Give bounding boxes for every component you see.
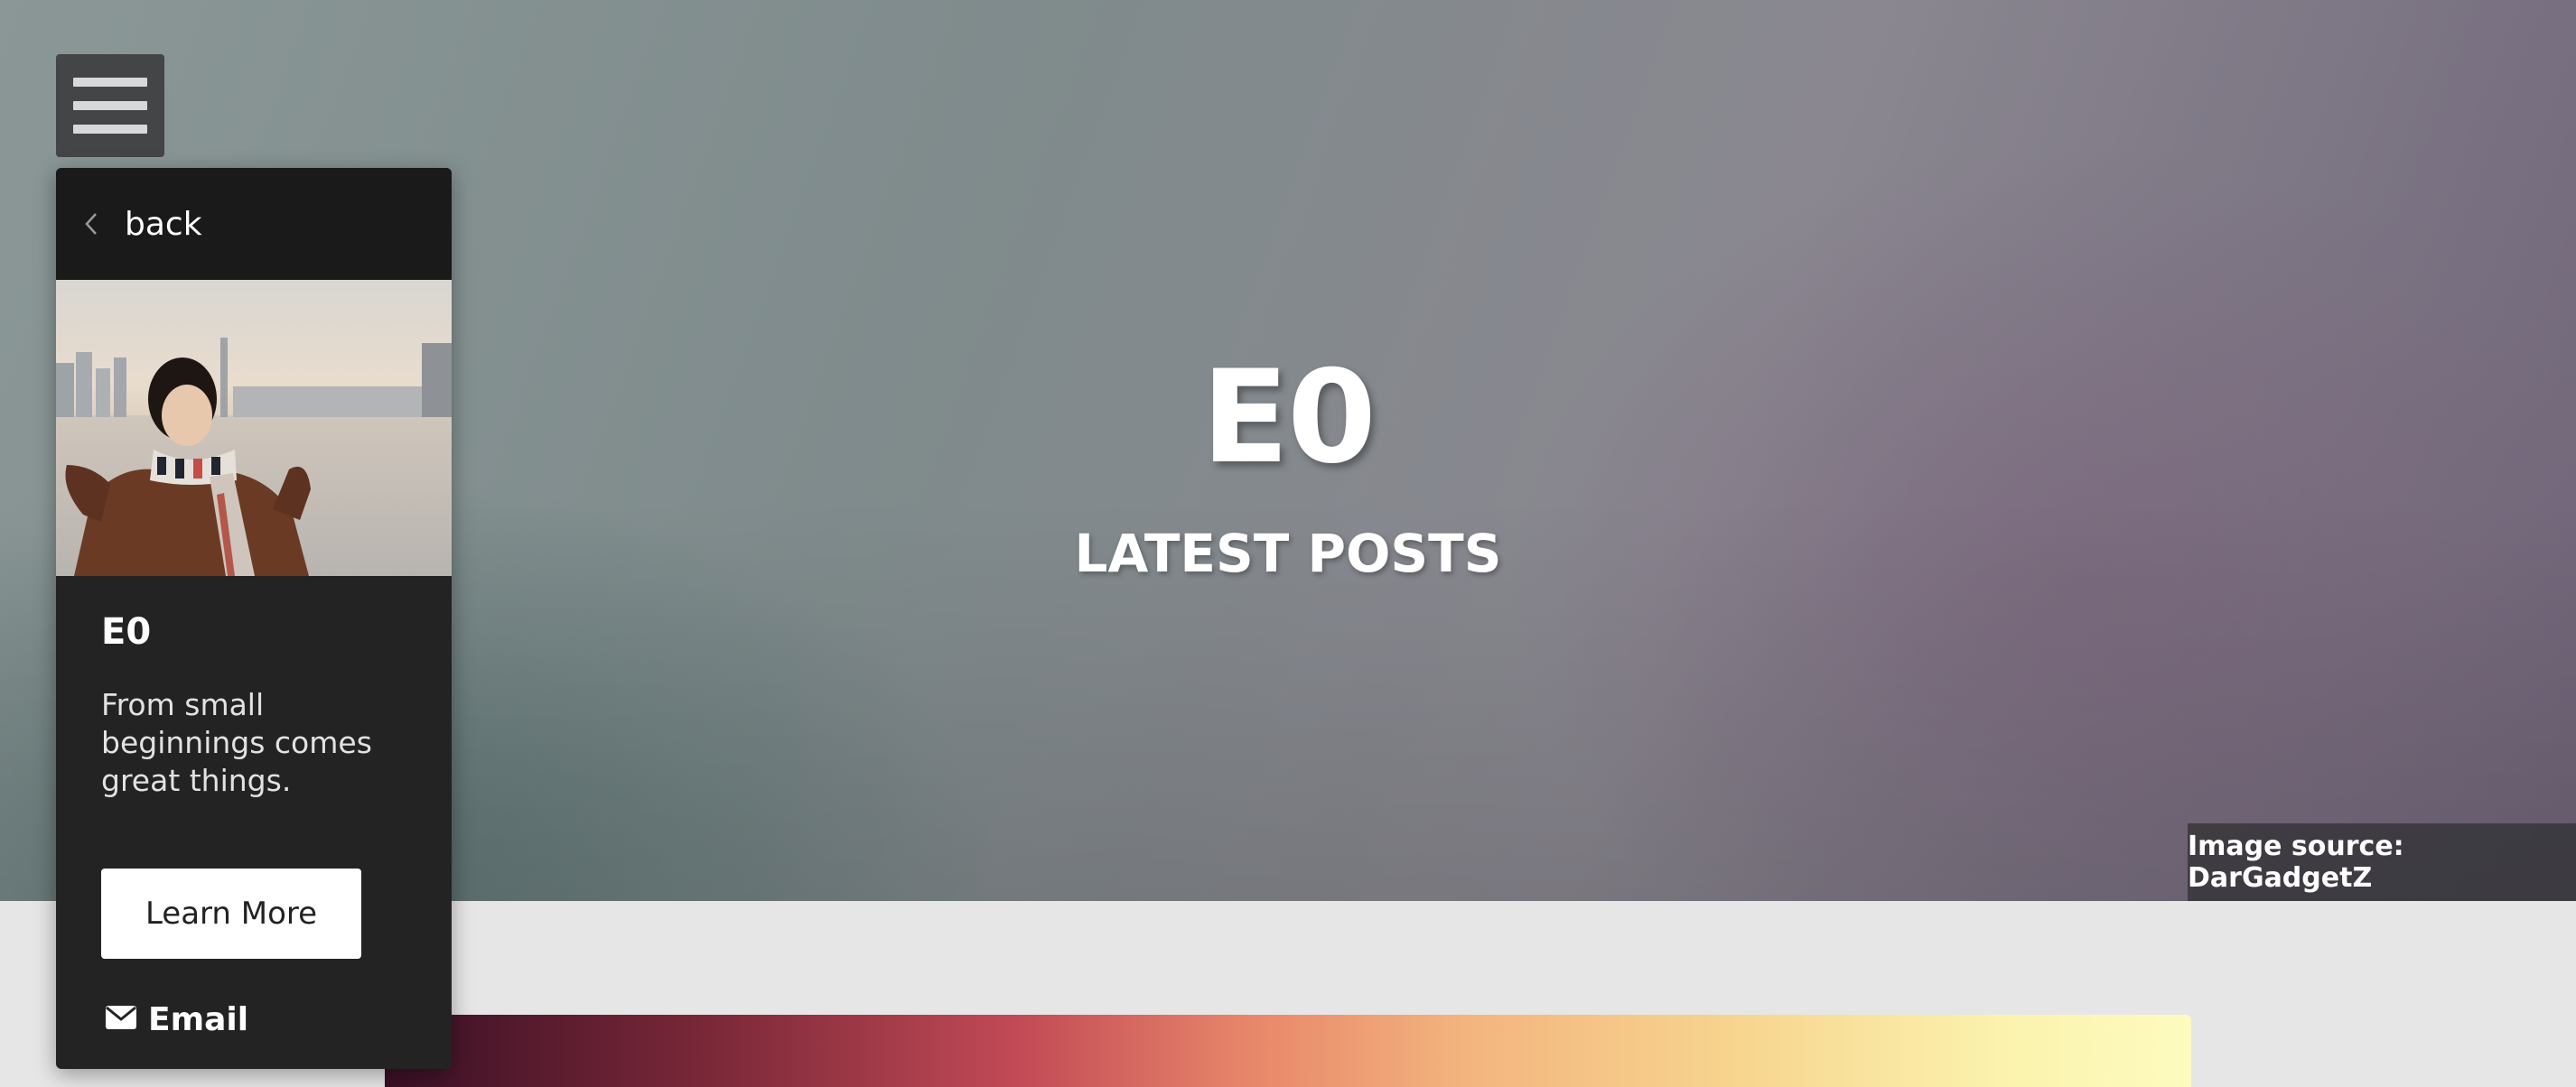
email-link[interactable]: Email bbox=[105, 1001, 248, 1038]
menu-bar bbox=[73, 78, 147, 87]
side-panel: back E0 From small beginnings comes grea… bbox=[56, 168, 452, 1069]
post-card-cover[interactable] bbox=[385, 1015, 2191, 1087]
profile-photo bbox=[56, 280, 452, 576]
hamburger-menu-button[interactable] bbox=[56, 54, 164, 157]
chevron-left-icon bbox=[78, 210, 105, 237]
back-label: back bbox=[125, 205, 202, 243]
panel-title: E0 bbox=[101, 611, 152, 653]
back-button[interactable]: back bbox=[56, 168, 452, 280]
learn-more-button[interactable]: Learn More bbox=[101, 869, 361, 959]
envelope-icon bbox=[105, 1005, 137, 1035]
email-label: Email bbox=[148, 1001, 249, 1038]
menu-bar bbox=[73, 101, 147, 110]
panel-tagline: From small beginnings comes great things… bbox=[101, 687, 372, 798]
image-source-credit[interactable]: Image source: DarGadgetZ bbox=[2188, 823, 2576, 901]
menu-bar bbox=[73, 125, 147, 134]
